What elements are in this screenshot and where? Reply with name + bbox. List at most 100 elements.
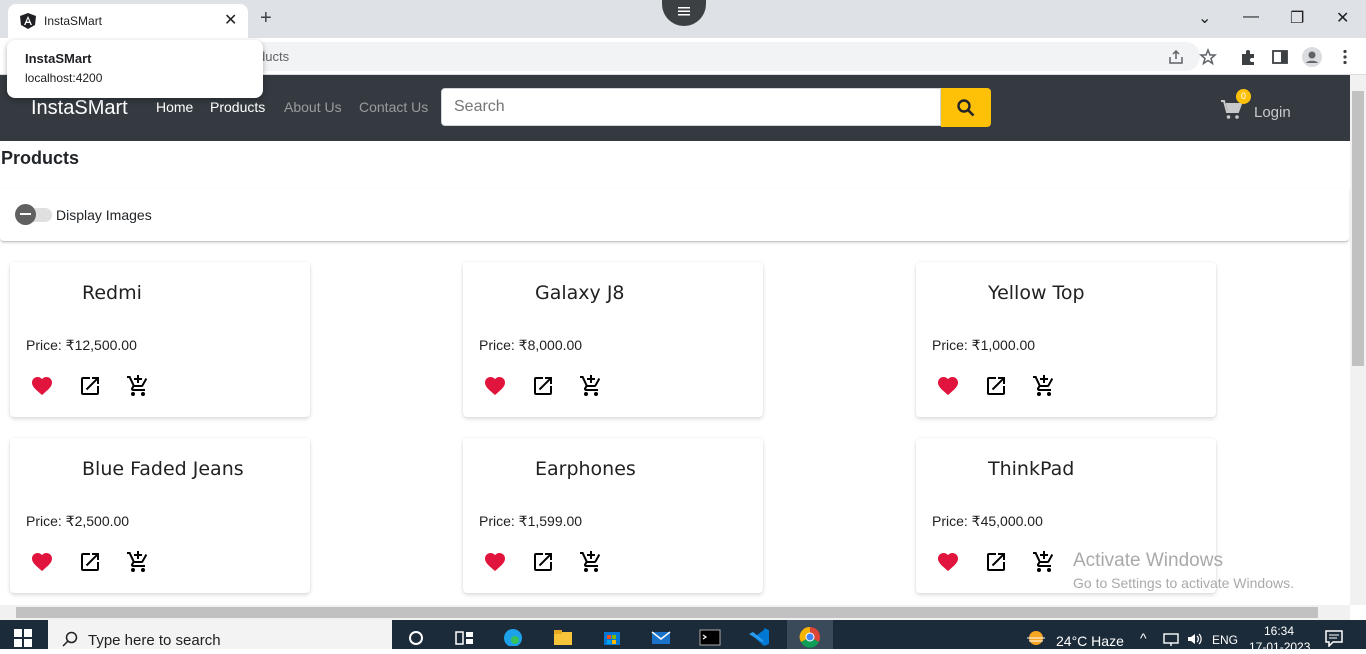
- product-price: Price: ₹1,599.00: [479, 513, 583, 529]
- tab-title: InstaSMart: [44, 14, 103, 28]
- favorite-heart-icon[interactable]: [936, 550, 960, 574]
- open-details-icon[interactable]: [984, 374, 1008, 398]
- weather-haze-icon[interactable]: [1025, 626, 1047, 646]
- close-tab-icon[interactable]: ✕: [224, 10, 237, 30]
- product-name: Redmi: [82, 282, 142, 304]
- nav-link-contact[interactable]: Contact Us: [359, 99, 428, 115]
- product-price: Price: ₹8,000.00: [479, 337, 583, 353]
- tab-search-button[interactable]: [662, 0, 706, 26]
- tab-hover-card: InstaSMart localhost:4200: [7, 40, 263, 98]
- product-name: ThinkPad: [988, 458, 1075, 480]
- terminal-icon[interactable]: [699, 626, 721, 646]
- product-card: Redmi Price: ₹12,500.00: [10, 262, 310, 417]
- product-name: Blue Faded Jeans: [82, 458, 244, 480]
- product-card: Yellow Top Price: ₹1,000.00: [916, 262, 1216, 417]
- add-to-cart-icon[interactable]: [1032, 374, 1056, 398]
- nav-link-about[interactable]: About Us: [284, 99, 342, 115]
- bookmark-star-icon[interactable]: [1199, 48, 1217, 66]
- network-icon[interactable]: [1162, 631, 1180, 647]
- page-title: Products: [1, 148, 80, 168]
- product-card: Galaxy J8 Price: ₹8,000.00: [463, 262, 763, 417]
- angular-logo-icon: [20, 13, 36, 29]
- add-to-cart-icon[interactable]: [1032, 550, 1056, 574]
- clock-date[interactable]: 17-01-2023: [1249, 640, 1310, 654]
- toggle-label: Display Images: [56, 207, 152, 223]
- taskbar-search-text: Type here to search: [88, 632, 221, 649]
- taskbar-search-icon: [62, 631, 78, 647]
- profile-avatar-icon[interactable]: [1302, 47, 1322, 67]
- new-tab-button[interactable]: +: [260, 7, 272, 30]
- favorite-heart-icon[interactable]: [30, 550, 54, 574]
- product-price: Price: ₹2,500.00: [26, 513, 130, 529]
- weather-text[interactable]: 24°C Haze: [1056, 633, 1124, 649]
- add-to-cart-icon[interactable]: [579, 550, 603, 574]
- language-indicator[interactable]: ENG: [1212, 633, 1238, 647]
- minimize-button[interactable]: —: [1243, 8, 1259, 26]
- side-panel-icon[interactable]: [1271, 48, 1289, 66]
- hover-card-title: InstaSMart: [25, 51, 92, 66]
- open-details-icon[interactable]: [78, 550, 102, 574]
- add-to-cart-icon[interactable]: [579, 374, 603, 398]
- search-icon: [957, 99, 975, 117]
- toggle-thumb[interactable]: [15, 204, 36, 225]
- product-card: Blue Faded Jeans Price: ₹2,500.00: [10, 438, 310, 593]
- clock-time[interactable]: 16:34: [1264, 624, 1294, 638]
- windows-taskbar: Type here to search 24°C Haze ^ ENG 16:3…: [0, 620, 1366, 654]
- browser-tab[interactable]: InstaSMart ✕: [8, 4, 248, 38]
- favorite-heart-icon[interactable]: [483, 374, 507, 398]
- search-input[interactable]: [441, 88, 941, 126]
- login-link[interactable]: Login: [1254, 104, 1291, 121]
- horizontal-scrollbar[interactable]: [0, 605, 1350, 620]
- favorite-heart-icon[interactable]: [936, 374, 960, 398]
- window-close-button[interactable]: ✕: [1336, 8, 1349, 28]
- vertical-scroll-thumb[interactable]: [1352, 91, 1364, 366]
- menu-icon: [678, 7, 690, 16]
- product-card: Earphones Price: ₹1,599.00: [463, 438, 763, 593]
- restore-button[interactable]: ❐: [1290, 8, 1304, 28]
- tab-list-chevron-icon[interactable]: ⌄: [1198, 8, 1211, 28]
- file-explorer-icon[interactable]: [552, 626, 574, 646]
- taskbar-search-box[interactable]: Type here to search: [48, 620, 392, 649]
- extensions-puzzle-icon[interactable]: [1239, 48, 1257, 66]
- open-details-icon[interactable]: [531, 374, 555, 398]
- cortana-icon[interactable]: [405, 626, 427, 646]
- windows-start-icon[interactable]: [14, 629, 32, 647]
- activate-windows-title: Activate Windows: [1073, 550, 1223, 571]
- browser-tabstrip: InstaSMart ✕ + ⌄ — ❐ ✕: [0, 0, 1366, 38]
- open-details-icon[interactable]: [531, 550, 555, 574]
- product-name: Yellow Top: [988, 282, 1085, 304]
- open-details-icon[interactable]: [984, 550, 1008, 574]
- kebab-menu-icon[interactable]: [1336, 48, 1354, 66]
- favorite-heart-icon[interactable]: [30, 374, 54, 398]
- edge-browser-icon[interactable]: [502, 626, 524, 646]
- notifications-icon[interactable]: [1324, 629, 1344, 647]
- hover-card-url: localhost:4200: [25, 71, 103, 85]
- add-to-cart-icon[interactable]: [126, 374, 150, 398]
- search-button[interactable]: [941, 88, 991, 127]
- activate-windows-subtitle: Go to Settings to activate Windows.: [1073, 575, 1294, 591]
- product-name: Earphones: [535, 458, 636, 480]
- tray-chevron-icon[interactable]: ^: [1140, 630, 1147, 646]
- favorite-heart-icon[interactable]: [483, 550, 507, 574]
- vertical-scrollbar[interactable]: [1350, 75, 1366, 605]
- product-name: Galaxy J8: [535, 282, 625, 304]
- product-price: Price: ₹45,000.00: [932, 513, 1043, 529]
- horizontal-scroll-thumb[interactable]: [16, 607, 1318, 618]
- share-icon[interactable]: [1167, 48, 1185, 66]
- filter-card: [0, 188, 1349, 242]
- chrome-icon: [799, 626, 820, 648]
- chrome-taskbar-active[interactable]: [787, 620, 833, 649]
- mail-icon[interactable]: [650, 626, 672, 646]
- cart-count-badge: 0: [1236, 89, 1251, 104]
- open-details-icon[interactable]: [78, 374, 102, 398]
- add-to-cart-icon[interactable]: [126, 550, 150, 574]
- nav-link-home[interactable]: Home: [156, 99, 193, 115]
- volume-icon[interactable]: [1186, 631, 1204, 647]
- microsoft-store-icon[interactable]: [601, 626, 623, 646]
- vscode-icon[interactable]: [748, 626, 770, 646]
- product-price: Price: ₹12,500.00: [26, 337, 137, 353]
- product-price: Price: ₹1,000.00: [932, 337, 1036, 353]
- nav-link-products[interactable]: Products: [210, 99, 265, 115]
- task-view-icon[interactable]: [453, 626, 475, 646]
- brand-logo[interactable]: InstaSMart: [31, 97, 128, 120]
